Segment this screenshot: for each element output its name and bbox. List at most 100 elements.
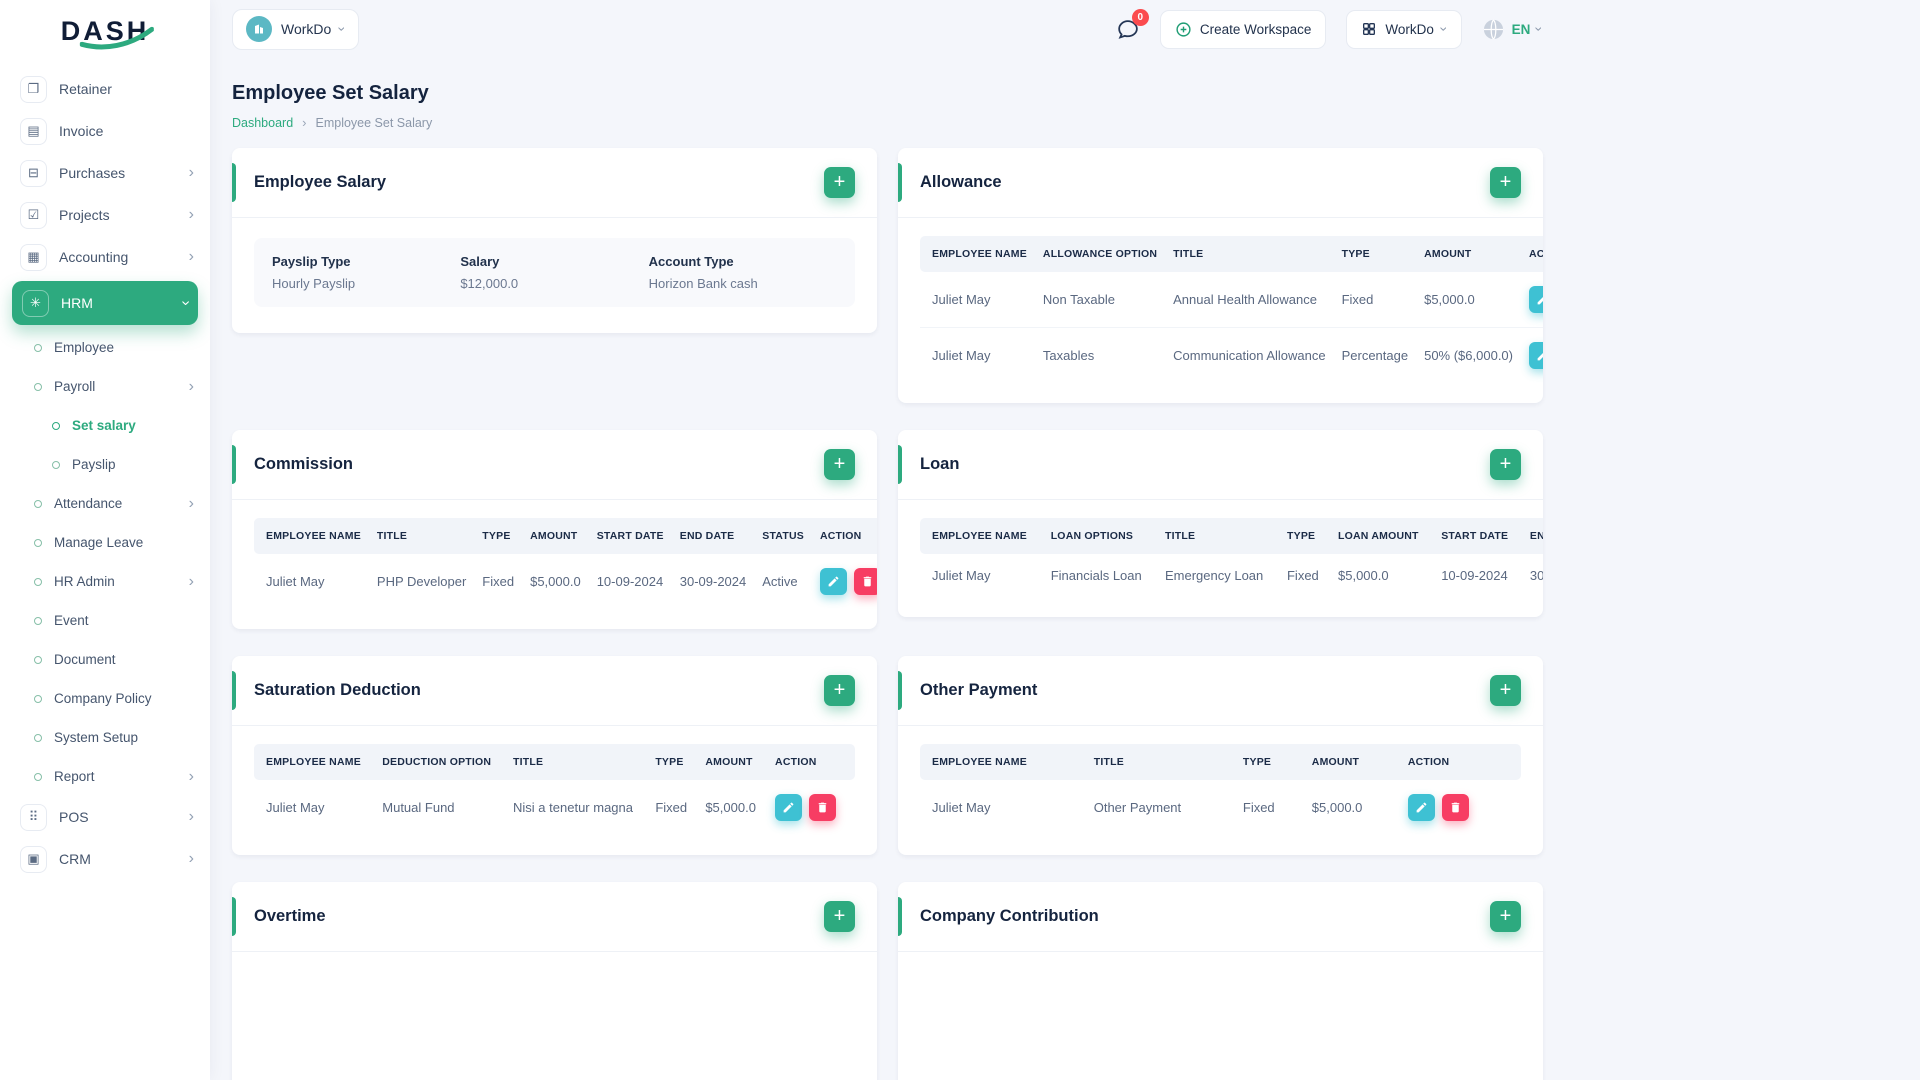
table-cell: Juliet May <box>932 568 991 583</box>
messages-button[interactable]: 0 <box>1115 8 1149 42</box>
workdo-menu-label: WorkDo <box>1385 21 1434 37</box>
bullet-icon <box>34 655 42 664</box>
sidebar-item-payslip[interactable]: Payslip <box>0 445 210 484</box>
breadcrumb-current: Employee Set Salary <box>315 115 433 130</box>
retainer-icon: ❐ <box>20 75 47 103</box>
edit-button[interactable] <box>1529 342 1543 369</box>
create-workspace-button[interactable]: Create Workspace <box>1159 9 1327 49</box>
table-cell: $5,000.0 <box>705 800 756 815</box>
column-header: Loan Options <box>1042 518 1157 554</box>
workspace-selector[interactable]: WorkDo › <box>232 8 359 50</box>
edit-button[interactable] <box>1407 794 1435 821</box>
add-employee-salary-button[interactable]: + <box>824 167 855 198</box>
sidebar-item-hrm[interactable]: ✳ HRM › <box>12 281 198 325</box>
table-cell: Active <box>762 574 798 589</box>
sidebar-item-employee[interactable]: Employee <box>0 328 210 367</box>
column-header: End Date <box>671 518 755 554</box>
sidebar-item-hr-admin[interactable]: HR Admin › <box>0 562 210 601</box>
edit-button[interactable] <box>819 568 847 595</box>
sidebar-item-payroll[interactable]: Payroll › <box>0 367 210 406</box>
pencil-icon <box>827 575 840 588</box>
card-title: Company Contribution <box>920 907 1099 925</box>
sidebar-item-attendance[interactable]: Attendance › <box>0 484 210 523</box>
sidebar-item-system-setup[interactable]: System Setup <box>0 718 210 757</box>
table-cell: $5,000.0 <box>1416 272 1521 328</box>
breadcrumb-dashboard-link[interactable]: Dashboard <box>232 116 293 130</box>
sidebar-item-retainer[interactable]: ❐ Retainer <box>0 68 210 110</box>
chevron-down-icon: › <box>334 26 351 32</box>
chevron-right-icon: › <box>188 808 194 825</box>
field-value: $12,000.0 <box>460 276 519 291</box>
column-header: Title <box>1165 236 1334 272</box>
loan-table: Employee Name Loan Options Title Type Loan A… <box>898 500 1543 617</box>
table-cell: Juliet May <box>266 574 325 589</box>
delete-button[interactable] <box>809 794 837 821</box>
chevron-right-icon: › <box>188 164 194 181</box>
workspace-avatar-icon <box>246 16 272 42</box>
data-table: Employee Name Loan Options Title Type Loan A… <box>920 518 1543 597</box>
delete-button[interactable] <box>853 568 877 595</box>
sidebar-item-label: Accounting <box>59 249 129 265</box>
table-cell: Fixed <box>655 800 688 815</box>
delete-button[interactable] <box>1441 794 1469 821</box>
table-cell: Annual Health Allowance <box>1165 272 1334 328</box>
sidebar-item-label: HR Admin <box>54 574 115 589</box>
main-area: WorkDo › 0 Create Workspace WorkDo › EN … <box>210 0 1548 1080</box>
card-title: Allowance <box>920 173 1002 191</box>
sidebar-item-report[interactable]: Report › <box>0 757 210 796</box>
column-header: Type <box>1234 744 1304 780</box>
edit-button[interactable] <box>1529 286 1543 313</box>
table-cell: 10-09-2024 <box>596 574 664 589</box>
column-header: Employee Name <box>254 518 369 554</box>
add-loan-button[interactable]: + <box>1490 449 1521 480</box>
bullet-icon <box>34 577 42 586</box>
chevron-right-icon: › <box>188 248 194 265</box>
sidebar-item-label: Set salary <box>72 418 136 433</box>
sidebar-item-projects[interactable]: ☑ Projects › <box>0 194 210 236</box>
sidebar-item-set-salary[interactable]: Set salary <box>0 406 210 445</box>
sidebar-item-company-policy[interactable]: Company Policy <box>0 679 210 718</box>
sidebar-item-event[interactable]: Event <box>0 601 210 640</box>
add-icon: + <box>833 904 846 927</box>
add-overtime-button[interactable]: + <box>824 901 855 932</box>
data-table: Employee Name Deduction Option Title Type Am… <box>254 744 855 835</box>
language-code: EN <box>1511 21 1531 37</box>
pencil-icon <box>1415 801 1428 814</box>
sidebar-item-invoice[interactable]: ▤ Invoice <box>0 110 210 152</box>
chevron-right-icon: › <box>188 494 194 512</box>
add-icon: + <box>833 678 846 701</box>
column-header: Type <box>1333 236 1417 272</box>
trash-icon <box>816 801 829 814</box>
sidebar-item-crm[interactable]: ▣ CRM › <box>0 838 210 880</box>
sidebar-item-purchases[interactable]: ⊟ Purchases › <box>0 152 210 194</box>
field-label: Payslip Type <box>272 254 351 269</box>
table-cell: 30-09-2024 <box>679 574 747 589</box>
chevron-down-icon: › <box>1436 26 1453 32</box>
company-contribution-card: Company Contribution + <box>898 882 1543 1080</box>
table-cell: $5,000.0 <box>1338 568 1389 583</box>
add-other-payment-button[interactable]: + <box>1490 675 1521 706</box>
add-icon: + <box>1499 452 1512 475</box>
edit-button[interactable] <box>775 794 803 821</box>
logo[interactable]: DASH <box>0 0 210 62</box>
column-header: Employee Name <box>920 744 1086 780</box>
table-cell: Fixed <box>1242 800 1275 815</box>
globe-icon <box>1483 18 1503 40</box>
column-header: Amount <box>522 518 589 554</box>
add-commission-button[interactable]: + <box>824 449 855 480</box>
add-company-contribution-button[interactable]: + <box>1490 901 1521 932</box>
sidebar-item-accounting[interactable]: ▦ Accounting › <box>0 236 210 278</box>
pencil-icon <box>782 801 795 814</box>
action-cell <box>812 554 877 609</box>
breadcrumb: Dashboard › Employee Set Salary <box>232 115 1534 130</box>
workdo-menu-button[interactable]: WorkDo › <box>1346 9 1462 49</box>
logo-swoosh-icon <box>79 26 154 50</box>
sidebar-item-pos[interactable]: ⠿ POS › <box>0 796 210 838</box>
sidebar-item-document[interactable]: Document <box>0 640 210 679</box>
language-selector[interactable]: EN › <box>1482 18 1548 41</box>
add-saturation-deduction-button[interactable]: + <box>824 675 855 706</box>
sidebar-item-manage-leave[interactable]: Manage Leave <box>0 523 210 562</box>
chevron-right-icon: › <box>188 850 194 867</box>
add-allowance-button[interactable]: + <box>1490 167 1521 198</box>
bullet-icon <box>34 694 42 703</box>
